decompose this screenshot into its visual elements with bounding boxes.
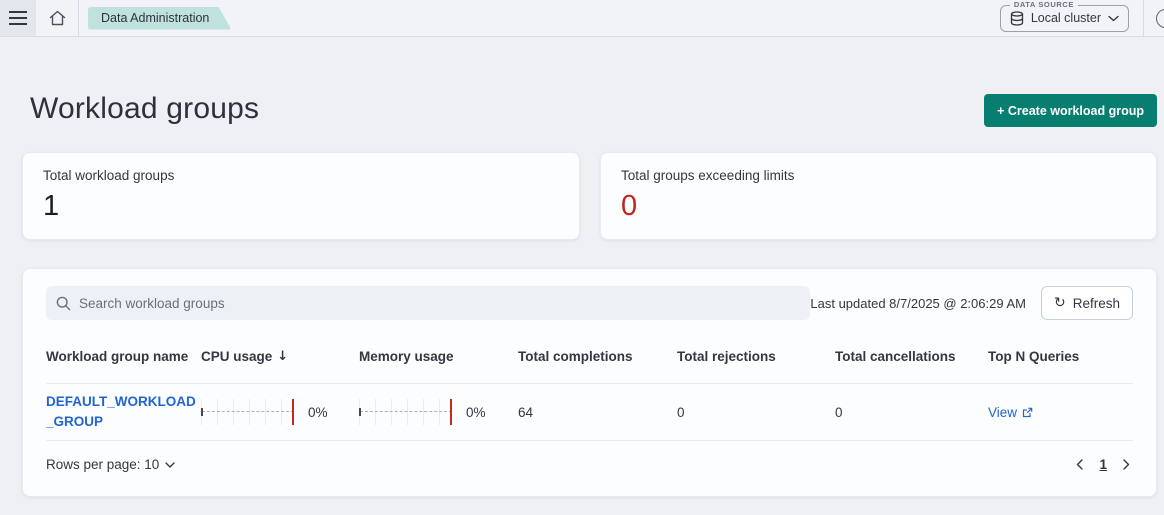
total-rejections-value: 0: [677, 404, 685, 420]
chart-dashed-baseline: [360, 411, 452, 412]
chart-limit-line: [292, 399, 294, 425]
column-header-total-cancellations[interactable]: Total cancellations: [835, 349, 988, 364]
page-title: Workload groups: [30, 92, 260, 125]
memory-usage-chart: [359, 399, 455, 425]
external-link-icon: [1022, 407, 1033, 417]
workload-group-name-link[interactable]: DEFAULT_WORKLOAD_GROUP: [46, 392, 200, 431]
total-completions-value: 64: [518, 404, 534, 420]
rows-per-page-selector[interactable]: Rows per page: 10: [46, 457, 175, 472]
column-header-top-n-queries[interactable]: Top N Queries: [988, 349, 1133, 364]
pagination: 1: [1073, 455, 1133, 474]
refresh-icon: ↻: [1053, 295, 1066, 311]
refresh-button[interactable]: ↻ Refresh: [1040, 286, 1133, 320]
database-icon: [1010, 10, 1023, 26]
cpu-usage-chart: [201, 399, 297, 425]
hamburger-menu-button[interactable]: [0, 0, 36, 36]
help-icon[interactable]: [1156, 8, 1164, 28]
table-row: DEFAULT_WORKLOAD_GROUP 0% 0% 64 0 0 View: [46, 384, 1133, 441]
stat-value: 1: [43, 190, 60, 222]
next-page-button[interactable]: [1120, 456, 1133, 473]
chart-value-tick: [359, 408, 361, 416]
memory-usage-cell: 0%: [359, 399, 518, 425]
total-workload-groups-card: Total workload groups 1: [22, 152, 580, 240]
chevron-right-icon: [1123, 459, 1130, 470]
cpu-usage-value: 0%: [308, 404, 328, 420]
home-button[interactable]: [36, 0, 78, 36]
sort-desc-icon: ↓: [277, 349, 289, 364]
search-icon: [56, 296, 71, 310]
data-source-value: Local cluster: [1030, 11, 1101, 25]
column-header-total-rejections[interactable]: Total rejections: [677, 349, 835, 364]
stat-value: 0: [621, 190, 638, 222]
hamburger-icon: [9, 11, 27, 25]
column-header-cpu-usage[interactable]: CPU usage ↓: [201, 349, 359, 364]
table-toolbar: Last updated 8/7/2025 @ 2:06:29 AM ↻ Ref…: [46, 286, 1133, 320]
previous-page-button[interactable]: [1073, 456, 1086, 473]
breadcrumb[interactable]: Data Administration: [88, 7, 231, 30]
create-workload-group-button[interactable]: + Create workload group: [984, 94, 1157, 127]
stat-label: Total workload groups: [43, 168, 175, 183]
column-header-memory-usage[interactable]: Memory usage: [359, 349, 518, 364]
chart-limit-line: [450, 399, 452, 425]
column-header-workload-group-name[interactable]: Workload group name: [46, 349, 201, 364]
table-header-row: Workload group name CPU usage ↓ Memory us…: [46, 330, 1133, 384]
search-box[interactable]: [46, 286, 811, 320]
view-top-n-queries-link[interactable]: View: [988, 405, 1033, 420]
refresh-label: Refresh: [1072, 295, 1120, 311]
stat-label: Total groups exceeding limits: [621, 168, 795, 183]
chevron-down-icon: [1108, 15, 1119, 21]
column-header-total-completions[interactable]: Total completions: [518, 349, 677, 364]
total-cancellations-value: 0: [835, 404, 843, 420]
table-footer: Rows per page: 10 1: [46, 441, 1133, 488]
data-source-selector[interactable]: DATA SOURCE Local cluster: [999, 0, 1129, 32]
total-groups-exceeding-limits-card: Total groups exceeding limits 0: [600, 152, 1157, 240]
cpu-usage-cell: 0%: [201, 399, 359, 425]
chevron-left-icon: [1077, 459, 1084, 470]
page-number-1[interactable]: 1: [1095, 455, 1111, 474]
data-source-label: DATA SOURCE: [1009, 0, 1079, 9]
chart-value-tick: [201, 408, 203, 416]
workload-groups-panel: Last updated 8/7/2025 @ 2:06:29 AM ↻ Ref…: [22, 268, 1157, 497]
topbar-divider: [78, 0, 79, 36]
memory-usage-value: 0%: [466, 404, 486, 420]
top-navigation-bar: Data Administration DATA SOURCE Local cl…: [0, 0, 1164, 37]
search-input[interactable]: [79, 295, 801, 311]
topbar-divider: [1143, 0, 1144, 36]
chart-dashed-baseline: [202, 411, 294, 412]
home-icon: [49, 10, 65, 26]
last-updated-text: Last updated 8/7/2025 @ 2:06:29 AM: [810, 295, 1026, 311]
chevron-down-icon: [165, 461, 175, 468]
stat-cards: Total workload groups 1 Total groups exc…: [22, 152, 1157, 240]
